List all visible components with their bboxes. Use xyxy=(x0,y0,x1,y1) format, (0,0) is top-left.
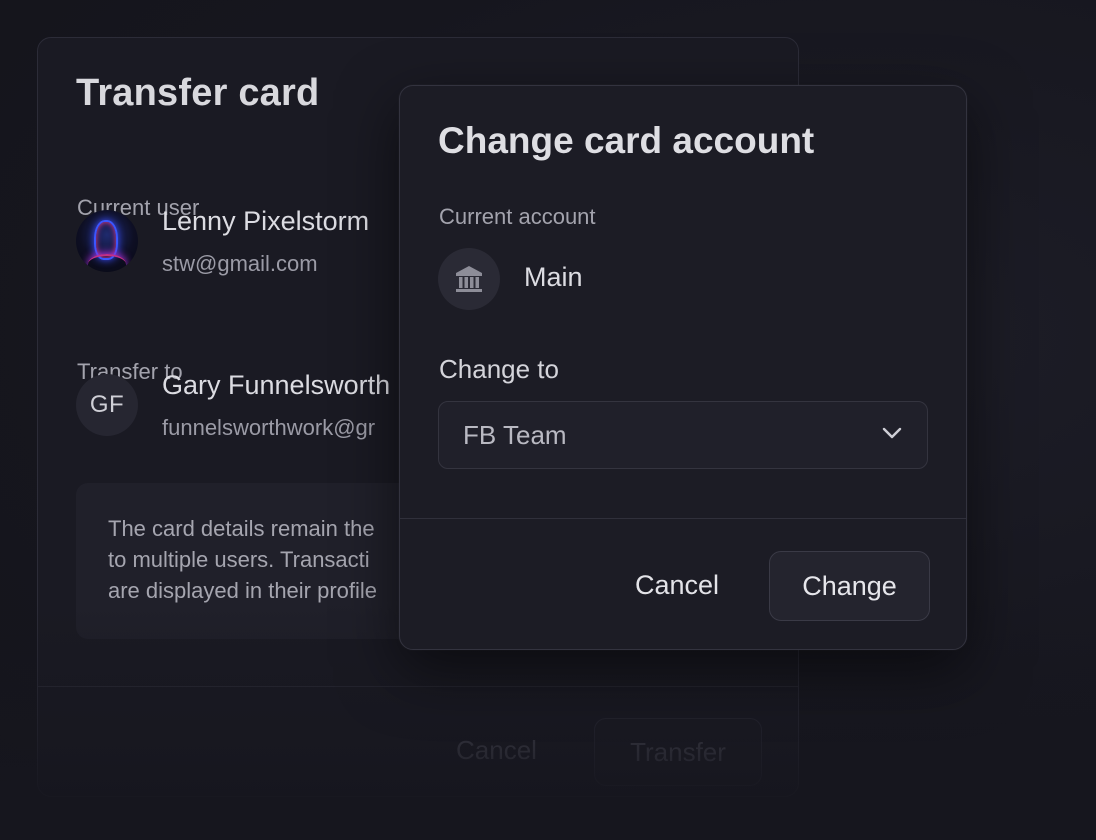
chevron-down-icon xyxy=(881,426,903,445)
dialog-title: Transfer card xyxy=(76,72,320,114)
transfer-button[interactable]: Transfer xyxy=(594,718,762,786)
current-account-name: Main xyxy=(524,262,583,292)
bank-icon xyxy=(438,248,500,310)
current-account-label: Current account xyxy=(439,204,596,229)
cancel-button[interactable]: Cancel xyxy=(622,551,732,619)
cancel-button[interactable]: Cancel xyxy=(456,735,537,766)
transfer-user-name: Gary Funnelsworth xyxy=(162,370,391,400)
avatar-initials: GF xyxy=(76,374,138,436)
change-card-account-dialog: Change card account Current account Main… xyxy=(399,85,967,650)
change-to-label: Change to xyxy=(439,354,559,384)
dialog-title: Change card account xyxy=(438,120,815,161)
change-button[interactable]: Change xyxy=(769,551,930,621)
select-value: FB Team xyxy=(463,419,567,450)
current-user-name: Lenny Pixelstorm xyxy=(162,206,370,236)
avatar xyxy=(76,210,138,272)
divider xyxy=(400,518,966,519)
current-user-email: stw@gmail.com xyxy=(162,251,318,276)
transfer-user-email: funnelsworthwork@gr xyxy=(162,415,376,440)
account-select[interactable]: FB Team xyxy=(438,401,928,469)
divider xyxy=(38,686,798,687)
